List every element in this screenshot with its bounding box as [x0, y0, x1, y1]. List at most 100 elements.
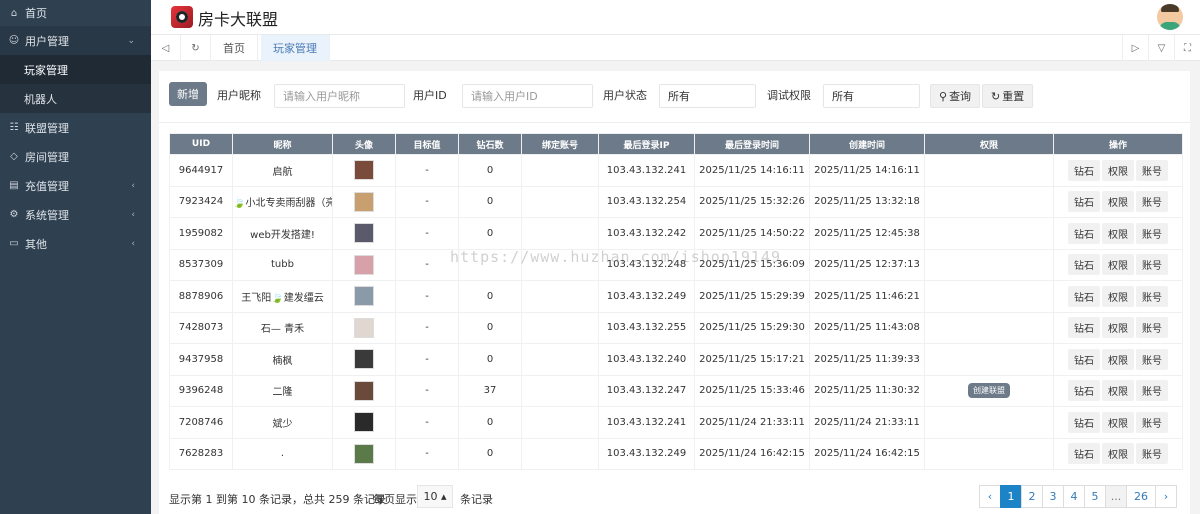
- user-avatar[interactable]: [1157, 4, 1183, 30]
- avatar: [354, 223, 374, 244]
- column-header[interactable]: 最后登录时间: [694, 133, 810, 155]
- prev-page-button[interactable]: ‹: [979, 485, 1001, 508]
- tab-label: 首页: [223, 42, 245, 55]
- sidebar-item-rooms[interactable]: ◇ 房间管理: [0, 142, 151, 171]
- actions-cell: 钻石 权限 账号: [1053, 154, 1183, 187]
- table-row: 1959082 web开发搭建! -0 103.43.132.242 2025/11/2…: [169, 217, 1183, 250]
- diamond-button[interactable]: 钻石: [1068, 380, 1100, 402]
- column-header[interactable]: 昵称: [232, 133, 333, 155]
- fullscreen-button[interactable]: ⛶: [1174, 35, 1200, 61]
- next-page-button[interactable]: ›: [1155, 485, 1177, 508]
- tab-home[interactable]: 首页: [211, 35, 258, 61]
- divider: [159, 122, 1190, 123]
- column-header[interactable]: 钻石数: [458, 133, 522, 155]
- avatar-cell: [332, 280, 396, 313]
- account-button[interactable]: 账号: [1136, 348, 1168, 370]
- sidebar-item-other[interactable]: ▭ 其他 ‹: [0, 229, 151, 258]
- sidebar-item-user-management[interactable]: ☺ 用户管理 ⌄: [0, 26, 151, 55]
- ip-cell: 103.43.132.248: [598, 248, 695, 281]
- status-select[interactable]: 所有: [659, 84, 756, 108]
- avatar-cell: [332, 311, 396, 344]
- diamond-button[interactable]: 钻石: [1068, 222, 1100, 244]
- permission-cell: [924, 437, 1054, 470]
- sidebar-item-alliance[interactable]: ☷ 联盟管理: [0, 113, 151, 142]
- search-icon: ⚲: [939, 89, 948, 103]
- bound-cell: [521, 437, 599, 470]
- last_login-cell: 2025/11/25 15:36:09: [694, 248, 810, 281]
- debug-permission-select[interactable]: 所有: [823, 84, 920, 108]
- bound-cell: [521, 374, 599, 407]
- account-button[interactable]: 账号: [1136, 254, 1168, 276]
- page-size-select[interactable]: 10 ▴: [417, 485, 453, 508]
- column-header[interactable]: 目标值: [395, 133, 459, 155]
- sidebar-item-robots[interactable]: 机器人: [0, 84, 151, 113]
- nickname-input[interactable]: [274, 84, 405, 108]
- tab-player-management[interactable]: 玩家管理: [261, 35, 330, 61]
- permission-button[interactable]: 权限: [1102, 285, 1134, 307]
- account-button[interactable]: 账号: [1136, 285, 1168, 307]
- account-button[interactable]: 账号: [1136, 411, 1168, 433]
- sidebar-item-system[interactable]: ⚙ 系统管理 ‹: [0, 200, 151, 229]
- page-button[interactable]: 2: [1021, 485, 1043, 508]
- permission-button[interactable]: 权限: [1102, 254, 1134, 276]
- sidebar-item-label: 玩家管理: [24, 63, 68, 77]
- column-header[interactable]: UID: [169, 133, 233, 155]
- sidebar-item-label: 充值管理: [25, 179, 69, 193]
- diamond-button[interactable]: 钻石: [1068, 254, 1100, 276]
- per-page-suffix: 条记录: [460, 493, 493, 506]
- last_login-cell: 2025/11/25 14:16:11: [694, 154, 810, 187]
- diamond-button[interactable]: 钻石: [1068, 285, 1100, 307]
- sidebar-item-player-management[interactable]: 玩家管理: [0, 55, 151, 84]
- permission-button[interactable]: 权限: [1102, 443, 1134, 465]
- account-button[interactable]: 账号: [1136, 191, 1168, 213]
- diamond-button[interactable]: 钻石: [1068, 317, 1100, 339]
- nickname-cell: 二隆: [232, 374, 333, 407]
- diamond-button[interactable]: 钻石: [1068, 159, 1100, 181]
- permission-button[interactable]: 权限: [1102, 411, 1134, 433]
- sidebar-item-label: 首页: [25, 7, 47, 20]
- diamonds-cell: [458, 248, 522, 281]
- account-button[interactable]: 账号: [1136, 317, 1168, 339]
- reset-button[interactable]: ↻ 重置: [982, 84, 1034, 108]
- column-header[interactable]: 最后登录IP: [598, 133, 695, 155]
- permission-button[interactable]: 权限: [1102, 159, 1134, 181]
- search-button[interactable]: ⚲ 查询: [930, 84, 981, 108]
- sidebar-item-recharge[interactable]: ▤ 充值管理 ‹: [0, 171, 151, 200]
- page-button[interactable]: 3: [1042, 485, 1064, 508]
- column-header[interactable]: 创建时间: [809, 133, 925, 155]
- permission-button[interactable]: 权限: [1102, 222, 1134, 244]
- tabs-menu-button[interactable]: ▽: [1148, 35, 1174, 61]
- page-button[interactable]: 5: [1084, 485, 1106, 508]
- page-button[interactable]: 4: [1063, 485, 1085, 508]
- diamond-button[interactable]: 钻石: [1068, 443, 1100, 465]
- refresh-button[interactable]: ↻: [181, 35, 211, 61]
- page-button[interactable]: 26: [1126, 485, 1156, 508]
- permission-button[interactable]: 权限: [1102, 348, 1134, 370]
- sidebar-item-home[interactable]: ⌂ 首页: [0, 0, 151, 26]
- gear-icon: ⚙: [9, 209, 19, 220]
- diamond-button[interactable]: 钻石: [1068, 348, 1100, 370]
- diamond-button[interactable]: 钻石: [1068, 191, 1100, 213]
- app-logo: [171, 6, 193, 28]
- nickname-cell: tubb: [232, 248, 333, 281]
- diamond-button[interactable]: 钻石: [1068, 411, 1100, 433]
- target-cell: -: [395, 343, 459, 376]
- column-header[interactable]: 绑定账号: [521, 133, 599, 155]
- account-button[interactable]: 账号: [1136, 159, 1168, 181]
- add-button[interactable]: 新增: [169, 82, 207, 106]
- account-button[interactable]: 账号: [1136, 222, 1168, 244]
- tabs-scroll-right-button[interactable]: ▷: [1122, 35, 1148, 61]
- column-header[interactable]: 权限: [924, 133, 1054, 155]
- permission-button[interactable]: 权限: [1102, 380, 1134, 402]
- fullscreen-icon: ⛶: [1184, 42, 1191, 54]
- sidebar-item-label: 联盟管理: [25, 121, 69, 135]
- permission-button[interactable]: 权限: [1102, 191, 1134, 213]
- column-header[interactable]: 头像: [332, 133, 396, 155]
- account-button[interactable]: 账号: [1136, 380, 1168, 402]
- userid-input[interactable]: [462, 84, 593, 108]
- account-button[interactable]: 账号: [1136, 443, 1168, 465]
- tabs-scroll-left-button[interactable]: ◁: [151, 35, 181, 61]
- column-header[interactable]: 操作: [1053, 133, 1183, 155]
- permission-button[interactable]: 权限: [1102, 317, 1134, 339]
- page-button[interactable]: 1: [1000, 485, 1022, 508]
